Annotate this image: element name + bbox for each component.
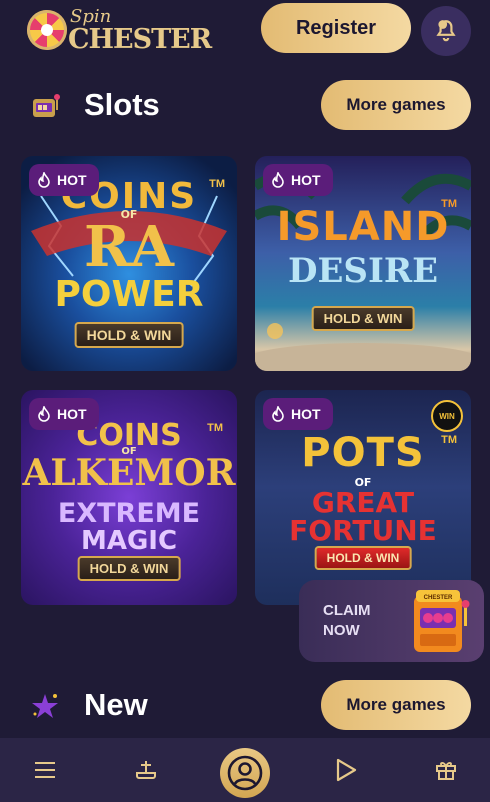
nav-live-button[interactable] (326, 750, 366, 790)
claim-now-button[interactable]: CLAIM NOW CHESTER (299, 580, 484, 662)
hot-badge: HOT (29, 398, 99, 430)
new-title: New (84, 687, 148, 722)
game-card-coins-of-ra[interactable]: COINS OF RA POWER HOLD & WIN TM HOT (21, 156, 237, 371)
notifications-button[interactable] (421, 6, 471, 56)
register-button[interactable]: Register (261, 3, 411, 53)
trademark-mark: TM (441, 434, 457, 446)
hot-badge: HOT (29, 164, 99, 196)
game-title-line: ALKEMOR (22, 452, 236, 494)
play-icon (336, 758, 357, 782)
sparkle-star-icon (32, 694, 58, 718)
hot-badge-label: HOT (291, 406, 321, 422)
win-badge-icon: WIN (431, 400, 463, 432)
new-more-games-button[interactable]: More games (321, 680, 471, 730)
claim-now-line: NOW (323, 622, 360, 639)
game-title-line: RA (84, 214, 174, 280)
hot-badge-label: HOT (57, 406, 87, 422)
spin-chester-logo[interactable]: Spin CHESTER (24, 6, 212, 55)
slot-machine-label: CHESTER (424, 595, 453, 601)
profile-icon (227, 755, 263, 791)
game-title-line: MAGIC (80, 526, 178, 556)
app-header: Spin CHESTER Register (0, 0, 490, 60)
wheel-logo-icon (27, 10, 67, 50)
game-title-line: DESIRE (287, 251, 439, 291)
nav-promotions-button[interactable] (426, 750, 466, 790)
trademark-mark: TM (207, 422, 223, 434)
game-title-line: EXTREME (57, 498, 201, 529)
gift-icon (436, 762, 456, 780)
game-card-pots-of-great-fortune[interactable]: POTS OF GREAT FORTUNE HOLD & WIN TM WIN … (255, 390, 471, 605)
trademark-mark: TM (441, 198, 457, 210)
nav-profile-button[interactable] (220, 748, 270, 798)
nav-games-button[interactable] (126, 750, 166, 790)
new-section-header: New More games (0, 680, 490, 732)
joystick-icon (136, 761, 156, 779)
hot-badge: HOT (263, 164, 333, 196)
slots-title: Slots (84, 87, 160, 122)
game-title-line: POTS (301, 430, 425, 476)
hold-and-win-tag: HOLD & WIN (314, 546, 412, 570)
logo-chester-text: CHESTER (68, 24, 212, 55)
nav-menu-button[interactable] (25, 750, 65, 790)
flame-icon (38, 172, 50, 188)
claim-now-label: CLAIM NOW (323, 601, 393, 641)
game-title-line: ISLAND (276, 204, 450, 250)
game-title-line: POWER (54, 274, 204, 315)
flame-icon (272, 172, 284, 188)
flame-icon (272, 406, 284, 422)
hot-badge-label: HOT (291, 172, 321, 188)
hold-and-win-tag: HOLD & WIN (74, 322, 184, 348)
trademark-mark: TM (209, 178, 225, 190)
hot-badge-label: HOT (57, 172, 87, 188)
claim-now-line: CLAIM (323, 602, 371, 619)
bell-icon (436, 20, 456, 42)
slots-more-games-button[interactable]: More games (321, 80, 471, 130)
flame-icon (38, 406, 50, 422)
slots-section-header: Slots More games (0, 80, 490, 132)
hot-badge: HOT (263, 398, 333, 430)
game-card-island-desire[interactable]: ISLAND DESIRE HOLD & WIN TM HOT (255, 156, 471, 371)
slot-machine-icon: CHESTER (414, 590, 470, 652)
game-card-coins-of-alkemor[interactable]: COINS OF ALKEMOR EXTREME MAGIC HOLD & WI… (21, 390, 237, 605)
slot-machine-icon (33, 94, 60, 117)
hold-and-win-tag: HOLD & WIN (311, 306, 415, 331)
hold-and-win-tag: HOLD & WIN (77, 556, 181, 581)
menu-icon (35, 762, 55, 778)
game-title-line: FORTUNE (289, 514, 437, 547)
